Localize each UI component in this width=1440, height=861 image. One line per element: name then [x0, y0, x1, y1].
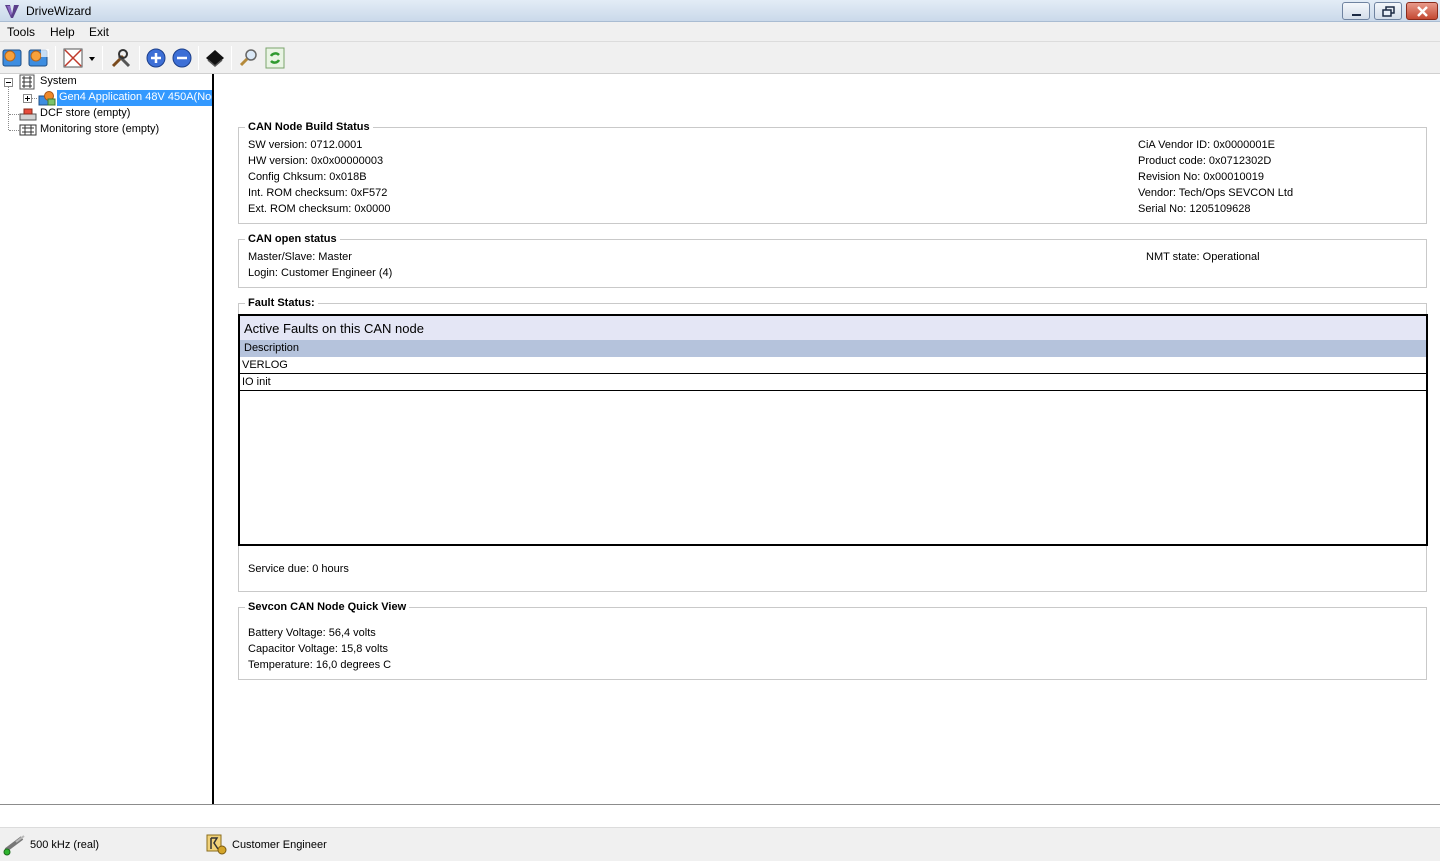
quick-view-title: Sevcon CAN Node Quick View: [245, 601, 410, 613]
tree-line: [9, 130, 19, 131]
product-code: Product code: 0x0712302D: [1138, 155, 1272, 167]
config-checksum: Config Chksum: 0x018B: [248, 171, 367, 183]
zoom-out-icon[interactable]: [170, 46, 194, 70]
toolbar-separator: [102, 46, 103, 70]
tree-item-dcf-store[interactable]: DCF store (empty): [40, 107, 130, 123]
tree-line: [9, 114, 19, 115]
refresh-icon[interactable]: [263, 46, 287, 70]
build-status-title: CAN Node Build Status: [245, 121, 373, 133]
tree-line: [8, 86, 9, 130]
title-bar: DriveWizard: [0, 0, 1440, 22]
disconnect-icon[interactable]: [27, 46, 51, 70]
service-due: Service due: 0 hours: [248, 563, 349, 575]
table-row[interactable]: IO init: [240, 374, 1426, 391]
hw-version: HW version: 0x0x00000003: [248, 155, 384, 167]
canopen-status-group: CAN open status: [238, 233, 1427, 288]
column-header-description[interactable]: Description: [240, 340, 1426, 357]
baud-rate: 500 kHz (real): [30, 839, 100, 851]
toolbar-separator: [198, 46, 199, 70]
master-slave: Master/Slave: Master: [248, 251, 352, 263]
menu-tools[interactable]: Tools: [7, 25, 35, 39]
connect-icon[interactable]: [1, 46, 25, 70]
quick-view-group: Sevcon CAN Node Quick View: [238, 601, 1427, 680]
node-icon: [38, 91, 56, 106]
toolbar-separator: [55, 46, 56, 70]
can-connection-icon: [3, 835, 25, 856]
tree-line: [32, 98, 37, 99]
chip-icon[interactable]: [203, 46, 227, 70]
toolbar-separator: [231, 46, 232, 70]
int-rom-checksum: Int. ROM checksum: 0xF572: [248, 187, 388, 199]
close-button[interactable]: [1406, 2, 1438, 20]
user-key-icon: [206, 834, 227, 855]
restore-button[interactable]: [1374, 2, 1402, 20]
menu-help[interactable]: Help: [50, 25, 75, 39]
active-faults-caption: Active Faults on this CAN node: [240, 316, 1426, 340]
zoom-in-icon[interactable]: [144, 46, 168, 70]
tree-item-gen4-node[interactable]: Gen4 Application 48V 450A(Node: [57, 90, 212, 106]
tools-icon[interactable]: [109, 46, 133, 70]
minimize-button[interactable]: [1342, 2, 1370, 20]
minimize-icon: [1352, 14, 1361, 16]
monitoring-store-icon: [19, 124, 37, 136]
device-tree: System Gen4 Application 48V 450A(Node DC…: [0, 74, 212, 804]
message-line: [0, 804, 1440, 828]
tree-expand-toggle[interactable]: [23, 94, 32, 103]
system-icon: [19, 74, 35, 90]
menu-bar: Tools Help Exit: [0, 22, 1440, 42]
capacitor-voltage: Capacitor Voltage: 15,8 volts: [248, 643, 389, 655]
drivewizard-app-icon: [5, 5, 19, 18]
active-faults-table[interactable]: Active Faults on this CAN node Descripti…: [238, 314, 1428, 546]
chart-icon[interactable]: [61, 46, 85, 70]
revision-no: Revision No: 0x00010019: [1138, 171, 1264, 183]
cia-vendor-id: CiA Vendor ID: 0x0000001E: [1138, 139, 1275, 151]
toolbar: [0, 42, 1440, 74]
serial-no: Serial No: 1205109628: [1138, 203, 1251, 215]
status-bar: 500 kHz (real) Customer Engineer: [0, 828, 1440, 861]
table-row[interactable]: VERLOG: [240, 357, 1426, 374]
user-role: Customer Engineer: [232, 839, 327, 851]
nmt-state: NMT state: Operational: [1146, 251, 1260, 263]
battery-voltage: Battery Voltage: 56,4 volts: [248, 627, 376, 639]
tree-collapse-toggle[interactable]: [4, 78, 13, 87]
fault-status-title: Fault Status:: [245, 297, 318, 309]
tree-item-monitoring-store[interactable]: Monitoring store (empty): [40, 123, 159, 139]
toolbar-separator: [139, 46, 140, 70]
temperature: Temperature: 16,0 degrees C: [248, 659, 392, 671]
close-icon: [1417, 6, 1428, 17]
restore-icon: [1382, 6, 1395, 17]
tree-item-system[interactable]: System: [40, 75, 77, 91]
sw-version: SW version: 0712.0001: [248, 139, 363, 151]
menu-exit[interactable]: Exit: [89, 25, 109, 39]
search-icon[interactable]: [237, 46, 261, 70]
vendor: Vendor: Tech/Ops SEVCON Ltd: [1138, 187, 1294, 199]
window-title: DriveWizard: [26, 4, 92, 18]
ext-rom-checksum: Ext. ROM checksum: 0x0000: [248, 203, 391, 215]
login: Login: Customer Engineer (4): [248, 267, 393, 279]
panel-splitter[interactable]: [212, 74, 214, 804]
dropdown-arrow-icon[interactable]: [86, 46, 98, 70]
canopen-status-title: CAN open status: [245, 233, 340, 245]
dcf-store-icon: [19, 108, 37, 121]
